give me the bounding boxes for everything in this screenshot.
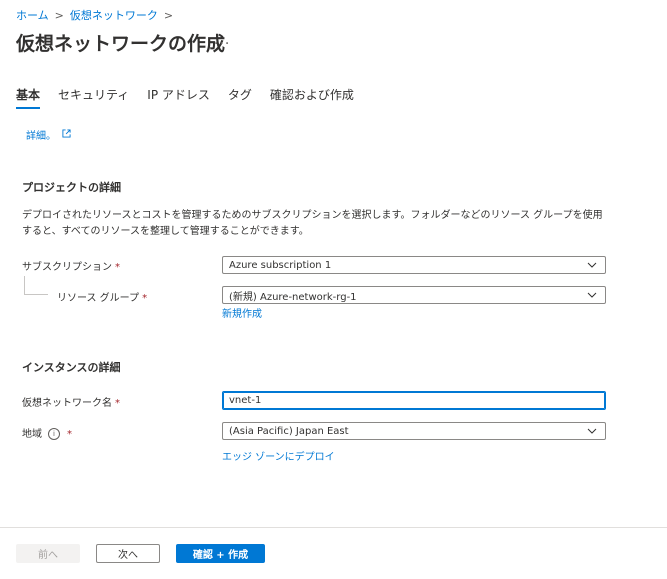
- breadcrumb: ホーム > 仮想ネットワーク >: [16, 7, 173, 23]
- tab-bar: 基本 セキュリティ IP アドレス タグ 確認および作成: [16, 86, 372, 109]
- instance-details-heading: インスタンスの詳細: [22, 361, 121, 374]
- previous-button[interactable]: 前へ: [16, 544, 80, 563]
- chevron-down-icon: [585, 288, 599, 302]
- region-select[interactable]: (Asia Pacific) Japan East: [222, 422, 606, 440]
- tab-security[interactable]: セキュリティ: [58, 86, 129, 109]
- breadcrumb-separator: >: [163, 8, 174, 22]
- required-marker: *: [115, 262, 120, 273]
- subscription-value: Azure subscription 1: [229, 259, 332, 271]
- tab-ip-addresses[interactable]: IP アドレス: [147, 86, 210, 109]
- chevron-down-icon: [585, 424, 599, 438]
- region-label: 地域 i *: [22, 425, 72, 440]
- review-create-button[interactable]: 確認 + 作成: [176, 544, 265, 563]
- deploy-edge-zone-link[interactable]: エッジ ゾーンにデプロイ: [222, 448, 335, 463]
- vnet-name-input[interactable]: vnet-1: [222, 391, 606, 410]
- more-options-button[interactable]: ...: [214, 32, 230, 48]
- page-title: 仮想ネットワークの作成: [16, 33, 226, 55]
- breadcrumb-home[interactable]: ホーム: [16, 7, 49, 23]
- chevron-down-icon: [585, 258, 599, 272]
- external-link-icon[interactable]: [62, 128, 71, 141]
- tab-review-create[interactable]: 確認および作成: [270, 86, 354, 109]
- subscription-select[interactable]: Azure subscription 1: [222, 256, 606, 274]
- resource-group-label-text: リソース グループ: [57, 293, 140, 304]
- learn-more-link[interactable]: 詳細。: [26, 127, 56, 142]
- resource-group-value: (新規) Azure-network-rg-1: [229, 291, 357, 303]
- breadcrumb-virtual-network[interactable]: 仮想ネットワーク: [70, 7, 158, 23]
- breadcrumb-separator: >: [54, 8, 64, 22]
- project-description: デプロイされたリソースとコストを管理するためのサブスクリプションを選択します。フ…: [22, 210, 603, 237]
- tree-connector: [24, 276, 25, 294]
- learn-more: 詳細。: [26, 127, 71, 142]
- vnet-name-label: 仮想ネットワーク名 *: [22, 394, 120, 409]
- subscription-label-text: サブスクリプション: [22, 262, 112, 273]
- next-button[interactable]: 次へ: [96, 544, 160, 563]
- subscription-label: サブスクリプション *: [22, 258, 120, 273]
- resource-group-label: リソース グループ *: [57, 289, 147, 304]
- required-marker: *: [142, 293, 148, 304]
- tree-connector: [24, 294, 48, 295]
- info-icon[interactable]: i: [48, 428, 60, 440]
- create-new-link[interactable]: 新規作成: [222, 305, 262, 320]
- project-details-heading: プロジェクトの詳細: [22, 181, 121, 194]
- tab-basics[interactable]: 基本: [16, 86, 41, 109]
- resource-group-select[interactable]: (新規) Azure-network-rg-1: [222, 286, 606, 304]
- required-marker: *: [67, 429, 72, 440]
- tab-tags[interactable]: タグ: [228, 86, 252, 109]
- required-marker: *: [115, 398, 120, 409]
- footer-divider: [0, 527, 667, 528]
- vnet-name-value: vnet-1: [229, 395, 262, 406]
- region-label-text: 地域: [22, 429, 42, 440]
- region-value: (Asia Pacific) Japan East: [229, 425, 349, 437]
- vnet-name-label-text: 仮想ネットワーク名: [22, 398, 112, 409]
